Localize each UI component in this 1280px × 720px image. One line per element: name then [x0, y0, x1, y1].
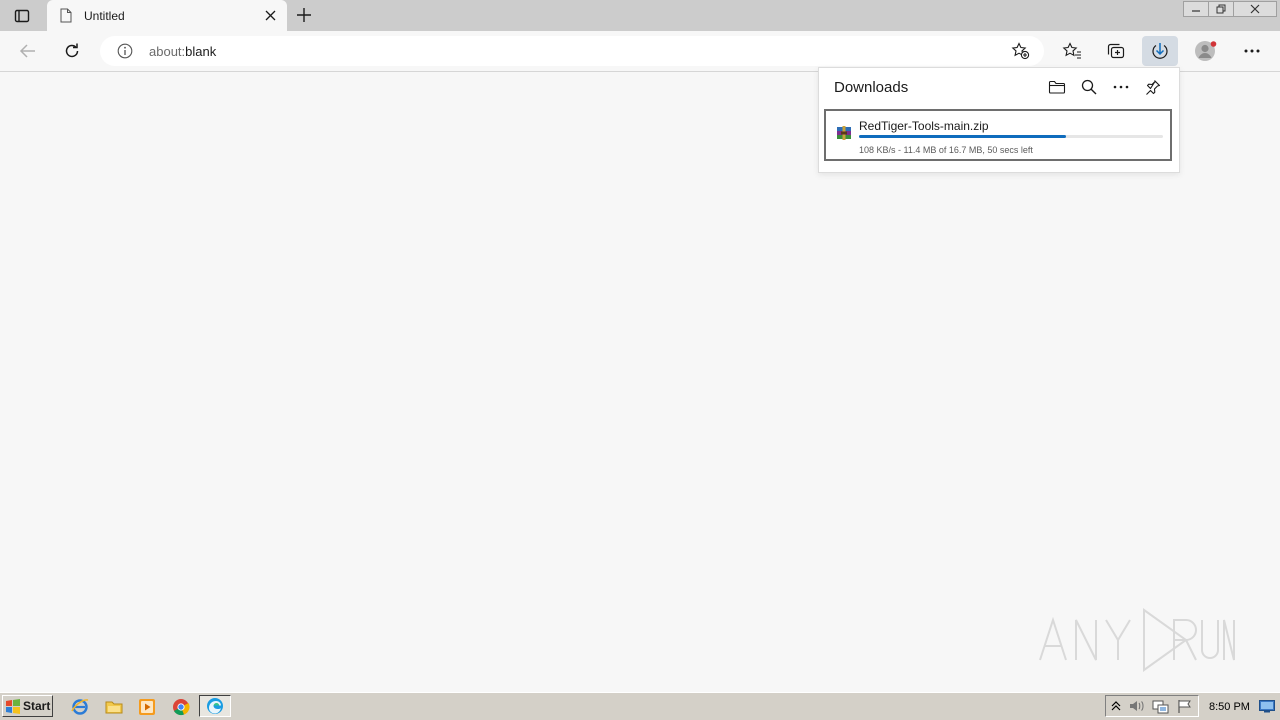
- archive-file-icon: [836, 125, 852, 141]
- collections-icon: [1107, 43, 1125, 59]
- edge-icon: [207, 698, 223, 714]
- downloads-panel-title: Downloads: [834, 79, 909, 96]
- close-icon: [1250, 4, 1260, 14]
- volume-icon[interactable]: [1129, 699, 1145, 713]
- avatar-icon: [1195, 41, 1217, 61]
- search-downloads-button[interactable]: [1075, 73, 1103, 101]
- pin-downloads-button[interactable]: [1139, 73, 1167, 101]
- chrome-icon[interactable]: [171, 697, 191, 717]
- start-label: Start: [23, 699, 51, 713]
- download-item[interactable]: RedTiger-Tools-main.zip 108 KB/s - 11.4 …: [824, 109, 1172, 161]
- tab-title: Untitled: [84, 9, 125, 23]
- back-arrow-icon: [19, 44, 35, 58]
- edge-taskbar-button[interactable]: [199, 695, 231, 717]
- restore-button[interactable]: [1208, 1, 1234, 17]
- refresh-icon: [65, 43, 79, 58]
- download-filename[interactable]: RedTiger-Tools-main.zip: [859, 119, 989, 133]
- media-player-icon[interactable]: [137, 697, 157, 717]
- add-favorite-icon[interactable]: [1011, 42, 1030, 60]
- file-explorer-icon[interactable]: [104, 697, 124, 717]
- address-bar[interactable]: about:blank: [100, 36, 1044, 66]
- downloads-more-options-button[interactable]: [1107, 73, 1135, 101]
- download-status: 108 KB/s - 11.4 MB of 16.7 MB, 50 secs l…: [859, 145, 1033, 155]
- tab-untitled[interactable]: Untitled: [47, 0, 287, 31]
- url-scheme: about:: [149, 44, 186, 59]
- windows-logo-icon: [6, 699, 20, 714]
- taskbar: Start 8:50 PM: [0, 692, 1280, 720]
- download-icon: [1152, 43, 1168, 59]
- collections-button[interactable]: [1099, 36, 1133, 66]
- network-icon[interactable]: [1152, 699, 1170, 714]
- tab-actions-icon[interactable]: [14, 8, 30, 24]
- favorites-button[interactable]: [1055, 36, 1089, 66]
- profile-button[interactable]: [1189, 36, 1223, 66]
- refresh-button[interactable]: [55, 36, 89, 66]
- downloads-panel: Downloads RedTiger-Tools-main.zip 108 KB…: [818, 67, 1180, 173]
- show-desktop-icon[interactable]: [1259, 699, 1275, 713]
- minimize-icon: [1192, 10, 1200, 12]
- minimize-button[interactable]: [1183, 1, 1209, 17]
- url-path: blank: [185, 44, 217, 59]
- close-tab-icon[interactable]: [265, 10, 276, 21]
- download-progress-bar: [859, 135, 1163, 138]
- action-center-flag-icon[interactable]: [1177, 699, 1193, 714]
- tab-strip: Untitled: [0, 0, 1280, 31]
- close-window-button[interactable]: [1233, 1, 1277, 17]
- site-info-icon[interactable]: [117, 43, 133, 59]
- more-icon: [1113, 85, 1129, 89]
- show-hidden-icons-icon[interactable]: [1111, 700, 1121, 712]
- folder-icon: [1048, 80, 1066, 94]
- internet-explorer-icon[interactable]: [70, 697, 90, 717]
- url-text[interactable]: about:blank: [149, 44, 216, 59]
- new-tab-icon[interactable]: [296, 7, 312, 23]
- system-tray: [1105, 695, 1199, 717]
- pin-icon: [1146, 80, 1161, 95]
- more-icon: [1244, 49, 1260, 53]
- downloads-button[interactable]: [1142, 36, 1178, 66]
- download-progress-fill: [859, 135, 1066, 138]
- favorites-icon: [1062, 42, 1081, 59]
- taskbar-clock[interactable]: 8:50 PM: [1209, 701, 1250, 713]
- open-downloads-folder-button[interactable]: [1043, 73, 1071, 101]
- back-button[interactable]: [11, 36, 45, 66]
- search-icon: [1081, 79, 1097, 95]
- page-icon: [60, 8, 72, 23]
- settings-more-button[interactable]: [1235, 36, 1269, 66]
- restore-icon: [1216, 4, 1226, 14]
- start-button[interactable]: Start: [2, 695, 53, 717]
- anyrun-watermark: [1036, 608, 1236, 674]
